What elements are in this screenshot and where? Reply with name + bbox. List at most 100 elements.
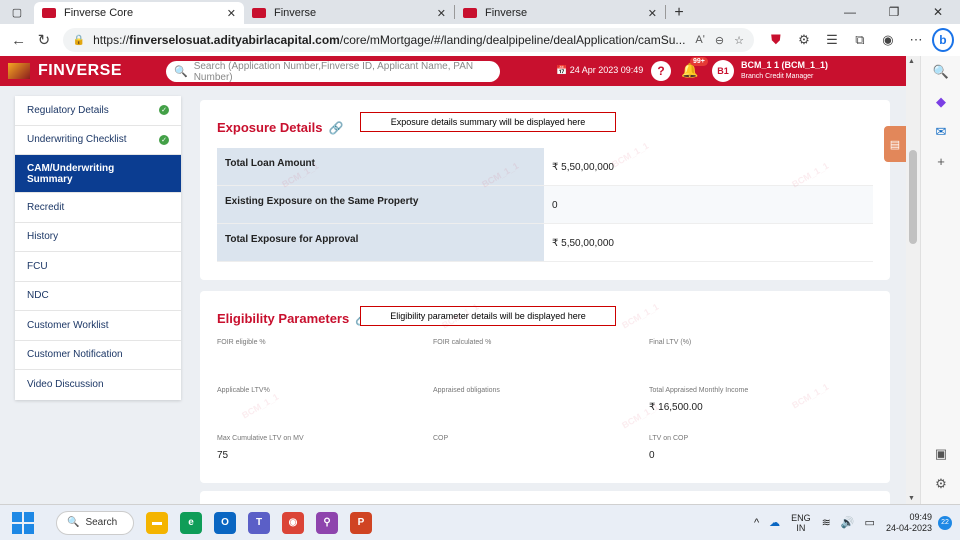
row-label: Existing Exposure on the Same Property: [217, 186, 544, 223]
help-icon[interactable]: ?: [651, 61, 671, 81]
sidebar-toggle-icon[interactable]: ▣: [931, 446, 951, 462]
onedrive-icon[interactable]: ☁: [769, 516, 780, 529]
lang-code: ENG: [791, 512, 811, 523]
scrollbar-thumb[interactable]: [909, 150, 917, 244]
field-applicable-ltv: Applicable LTV%: [217, 387, 417, 402]
taskbar-search[interactable]: 🔍 Search: [56, 510, 134, 535]
page-scrollbar[interactable]: ▲ ▼: [906, 56, 920, 504]
user-role: Branch Credit Manager: [741, 73, 814, 80]
restore-icon[interactable]: ❐: [872, 0, 916, 24]
refresh-icon[interactable]: ↻: [31, 31, 56, 49]
table-row: Total Loan Amount ₹ 5,50,00,000: [217, 148, 873, 186]
scroll-up-icon[interactable]: ▲: [908, 58, 915, 65]
more-menu-icon[interactable]: ⋯: [902, 32, 930, 48]
close-tab-icon[interactable]: ✕: [648, 7, 657, 20]
powerpoint-icon[interactable]: P: [350, 511, 372, 534]
taskbar-clock[interactable]: 09:49 24-04-2023: [886, 512, 932, 534]
browser-tab-1[interactable]: Finverse Core ✕: [34, 2, 244, 24]
outlook-icon[interactable]: O: [214, 511, 236, 534]
search-icon[interactable]: 🔍: [931, 64, 951, 80]
browser-tab-2[interactable]: Finverse ✕: [244, 2, 454, 24]
sidebar-item-cam-underwriting-summary[interactable]: CAM/Underwriting Summary: [15, 155, 181, 193]
watermark: BCM_1_1: [620, 301, 661, 331]
sidebar-item-label: Customer Worklist: [27, 319, 109, 331]
link-icon[interactable]: 🔗: [329, 121, 344, 135]
wifi-icon[interactable]: ≋: [822, 516, 831, 529]
close-tab-icon[interactable]: ✕: [227, 7, 236, 20]
field-appraised-obligations: Appraised obligations: [433, 387, 633, 402]
bing-chat-icon[interactable]: b: [931, 28, 955, 52]
add-icon[interactable]: +: [931, 154, 951, 169]
url-domain: finverselosuat.adityabirlacapital.com: [129, 33, 340, 47]
clock-time: 09:49: [909, 511, 932, 522]
sidebar-item-label: FCU: [27, 260, 48, 272]
card-title-text: Eligibility Parameters: [217, 311, 350, 326]
settings-icon[interactable]: ⚙: [931, 476, 951, 492]
new-tab-button[interactable]: +: [666, 2, 692, 24]
language-indicator[interactable]: ENG IN: [791, 513, 811, 533]
sidebar-item-history[interactable]: History: [15, 223, 181, 252]
user-name: BCM_1 1 (BCM_1_1): [741, 60, 829, 70]
browser-tab-bar: ▢ Finverse Core ✕ Finverse ✕ Finverse ✕ …: [0, 0, 960, 24]
copilot-icon[interactable]: ◆: [931, 94, 951, 110]
minimize-icon[interactable]: —: [828, 0, 872, 24]
sidebar-item-fcu[interactable]: FCU: [15, 252, 181, 282]
outlook-icon[interactable]: ✉: [931, 124, 951, 140]
notification-badge: 99+: [690, 57, 708, 66]
sidebar-item-regulatory-details[interactable]: Regulatory Details ✓: [15, 96, 181, 126]
field-max-cumulative-ltv: Max Cumulative LTV on MV 75: [217, 435, 417, 461]
read-aloud-icon[interactable]: Aʹ: [695, 34, 704, 46]
back-icon[interactable]: ←: [6, 32, 31, 49]
network-app-icon[interactable]: ⚲: [316, 511, 338, 534]
field-value: 75: [217, 450, 229, 461]
field-final-ltv: Final LTV (%): [649, 339, 849, 354]
row-value: ₹ 5,50,00,000: [544, 224, 873, 261]
windows-start-icon[interactable]: [12, 511, 34, 534]
collections-icon[interactable]: ⧉: [846, 32, 874, 48]
sidebar-item-recredit[interactable]: Recredit: [15, 193, 181, 223]
notification-center-badge[interactable]: 22: [938, 515, 952, 530]
chevron-up-icon[interactable]: ^: [754, 517, 759, 529]
browser-tab-3[interactable]: Finverse ✕: [455, 2, 665, 24]
zoom-icon[interactable]: ⊖: [715, 34, 724, 47]
sidebar-item-label: Regulatory Details: [27, 104, 109, 116]
user-info[interactable]: BCM_1 1 (BCM_1_1) Branch Credit Manager: [741, 60, 828, 82]
favorites-icon[interactable]: ☰: [818, 32, 846, 48]
teams-icon[interactable]: T: [248, 511, 270, 534]
document-panel-icon[interactable]: ▤: [884, 126, 906, 162]
sidebar-item-ndc[interactable]: NDC: [15, 282, 181, 311]
edge-browser-icon[interactable]: e: [180, 511, 202, 534]
main-content: Regulatory Details ✓ Underwriting Checkli…: [0, 86, 906, 504]
card-title-text: Exposure Details: [217, 120, 323, 135]
close-window-icon[interactable]: ✕: [916, 0, 960, 24]
app-logo[interactable]: FINVERSE: [0, 62, 150, 80]
table-row: Total Exposure for Approval ₹ 5,50,00,000: [217, 224, 873, 262]
window-controls: — ❐ ✕: [828, 0, 960, 24]
sidebar-item-customer-notification[interactable]: Customer Notification: [15, 341, 181, 370]
address-bar[interactable]: 🔒 https://finverselosuat.adityabirlacapi…: [62, 28, 754, 52]
file-explorer-icon[interactable]: ▬: [146, 511, 168, 534]
url-prefix: https://: [93, 33, 130, 47]
extensions-icon[interactable]: ⚙: [790, 32, 818, 48]
global-search-input[interactable]: 🔍 Search (Application Number,Finverse ID…: [166, 61, 500, 83]
scroll-down-icon[interactable]: ▼: [908, 495, 915, 502]
tab-actions-icon[interactable]: ▢: [0, 0, 34, 24]
sidebar-item-video-discussion[interactable]: Video Discussion: [15, 370, 181, 400]
close-tab-icon[interactable]: ✕: [437, 7, 446, 20]
check-icon: ✓: [159, 134, 169, 145]
url-path: /core/mMortgage/#/landing/dealpipeline/d…: [339, 33, 686, 47]
favorite-star-icon[interactable]: ☆: [734, 34, 744, 47]
chrome-icon[interactable]: ◉: [282, 511, 304, 534]
profile-icon[interactable]: ◉: [874, 32, 902, 48]
sidebar-item-label: History: [27, 231, 59, 243]
volume-icon[interactable]: 🔊: [841, 516, 855, 529]
user-avatar[interactable]: B1: [712, 60, 734, 82]
field-label: FOIR calculated %: [433, 339, 492, 346]
sidebar-item-underwriting-checklist[interactable]: Underwriting Checklist ✓: [15, 126, 181, 155]
sidebar-item-label: Recredit: [27, 201, 65, 213]
shield-extension-icon[interactable]: ⛊: [762, 32, 790, 48]
lock-icon[interactable]: 🔒: [73, 35, 85, 46]
battery-icon[interactable]: ▭: [865, 516, 875, 529]
sidebar-item-customer-worklist[interactable]: Customer Worklist: [15, 311, 181, 341]
field-foir-calculated: FOIR calculated %: [433, 339, 633, 354]
